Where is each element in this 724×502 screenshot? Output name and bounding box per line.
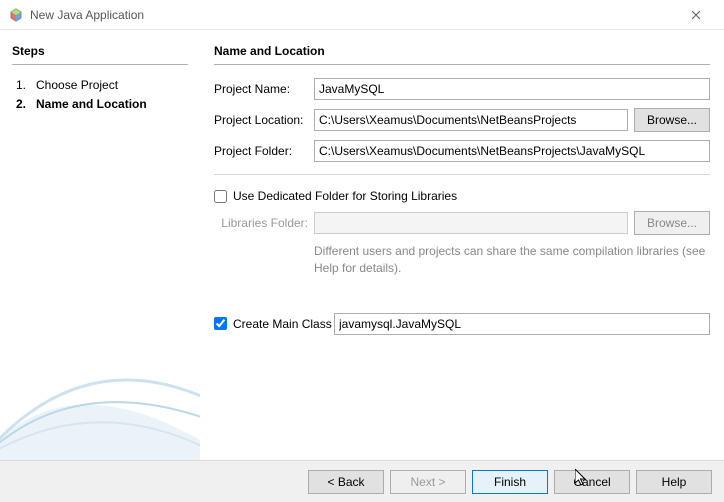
netbeans-icon <box>8 7 24 23</box>
libraries-folder-input <box>314 212 628 234</box>
main-heading: Name and Location <box>214 44 710 58</box>
titlebar: New Java Application <box>0 0 724 30</box>
window-title: New Java Application <box>30 8 676 22</box>
project-location-input[interactable] <box>314 109 628 131</box>
cancel-button[interactable]: Cancel <box>554 470 630 494</box>
step-1: 1.Choose Project <box>16 76 188 95</box>
create-main-class-label[interactable]: Create Main Class <box>233 317 332 331</box>
step-2: 2.Name and Location <box>16 95 188 114</box>
main-panel: Name and Location Project Name: Project … <box>200 30 724 460</box>
browse-location-button[interactable]: Browse... <box>634 108 710 132</box>
project-folder-input[interactable] <box>314 140 710 162</box>
libraries-hint: Different users and projects can share t… <box>314 243 710 277</box>
finish-button[interactable]: Finish <box>472 470 548 494</box>
browse-libraries-button: Browse... <box>634 211 710 235</box>
wizard-footer: < Back Next > Finish Cancel Help <box>0 460 724 502</box>
back-button[interactable]: < Back <box>308 470 384 494</box>
close-button[interactable] <box>676 1 716 29</box>
use-dedicated-folder-checkbox[interactable] <box>214 190 227 203</box>
create-main-class-input[interactable] <box>334 313 710 335</box>
steps-heading: Steps <box>12 44 188 58</box>
project-name-label: Project Name: <box>214 82 314 96</box>
steps-sidebar: Steps 1.Choose Project 2.Name and Locati… <box>0 30 200 460</box>
help-button[interactable]: Help <box>636 470 712 494</box>
project-name-input[interactable] <box>314 78 710 100</box>
use-dedicated-folder-label[interactable]: Use Dedicated Folder for Storing Librari… <box>233 189 457 203</box>
project-location-label: Project Location: <box>214 113 314 127</box>
libraries-folder-label: Libraries Folder: <box>214 216 314 230</box>
project-folder-label: Project Folder: <box>214 144 314 158</box>
next-button: Next > <box>390 470 466 494</box>
create-main-class-checkbox[interactable] <box>214 317 227 330</box>
decorative-swoosh <box>0 300 200 460</box>
